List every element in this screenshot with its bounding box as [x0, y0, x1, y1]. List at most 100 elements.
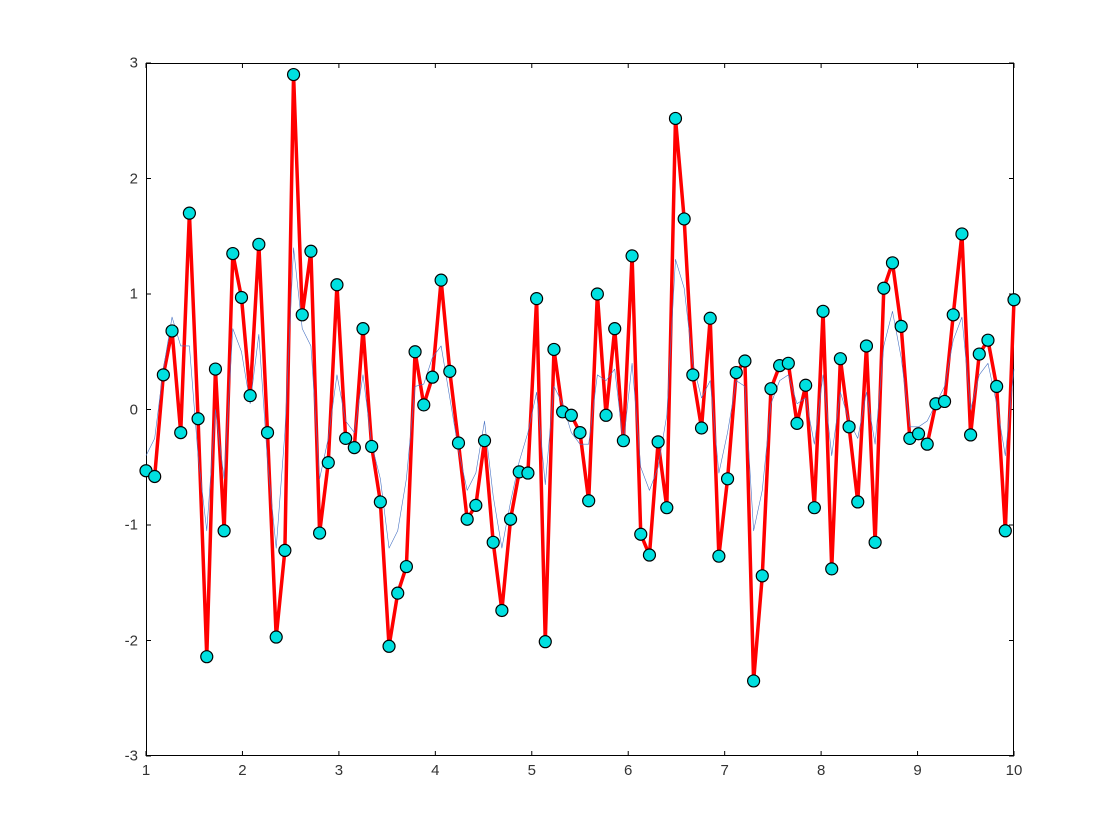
data-marker [366, 440, 378, 452]
data-marker [201, 651, 213, 663]
data-marker [609, 323, 621, 335]
data-marker [869, 536, 881, 548]
data-marker [305, 245, 317, 257]
data-marker [175, 427, 187, 439]
data-marker [166, 325, 178, 337]
data-marker [262, 427, 274, 439]
data-marker [999, 525, 1011, 537]
data-marker [409, 346, 421, 358]
series-red-line [146, 75, 1014, 681]
data-marker [487, 536, 499, 548]
data-marker [965, 429, 977, 441]
data-marker [1008, 294, 1020, 306]
data-marker [704, 312, 716, 324]
x-tick-label: 4 [431, 762, 439, 779]
data-marker [973, 348, 985, 360]
data-marker [340, 432, 352, 444]
data-marker [748, 675, 760, 687]
data-marker [505, 513, 517, 525]
y-tick-label: 0 [130, 401, 138, 418]
data-marker [279, 544, 291, 556]
data-marker [452, 437, 464, 449]
data-marker [296, 309, 308, 321]
data-marker [895, 320, 907, 332]
data-marker [157, 369, 169, 381]
data-marker [392, 587, 404, 599]
plot-svg [146, 63, 1014, 756]
data-marker [739, 355, 751, 367]
data-marker [444, 365, 456, 377]
data-marker [635, 528, 647, 540]
data-marker [696, 422, 708, 434]
data-marker [331, 279, 343, 291]
data-marker [288, 69, 300, 81]
data-marker [600, 409, 612, 421]
data-marker [479, 435, 491, 447]
data-marker [826, 563, 838, 575]
data-marker [678, 213, 690, 225]
data-marker [669, 112, 681, 124]
data-marker [939, 395, 951, 407]
axes-area [146, 63, 1014, 756]
data-marker [791, 417, 803, 429]
x-tick-label: 7 [720, 762, 728, 779]
data-marker [687, 369, 699, 381]
data-marker [921, 438, 933, 450]
data-marker [435, 274, 447, 286]
data-marker [574, 427, 586, 439]
data-marker [643, 549, 655, 561]
data-marker [756, 570, 768, 582]
y-tick-label: -2 [125, 632, 138, 649]
data-marker [400, 561, 412, 573]
data-marker [426, 371, 438, 383]
data-marker [661, 502, 673, 514]
data-marker [852, 496, 864, 508]
data-marker [183, 207, 195, 219]
figure: 12345678910-3-2-10123 [0, 0, 1120, 840]
data-marker [192, 413, 204, 425]
data-marker [878, 282, 890, 294]
data-marker [322, 457, 334, 469]
data-marker [218, 525, 230, 537]
data-marker [583, 495, 595, 507]
data-marker [244, 390, 256, 402]
data-marker [348, 442, 360, 454]
data-marker [817, 305, 829, 317]
data-marker [548, 343, 560, 355]
data-marker [722, 473, 734, 485]
data-marker [782, 357, 794, 369]
x-tick-label: 1 [142, 762, 150, 779]
y-tick-label: -3 [125, 748, 138, 765]
x-tick-label: 8 [817, 762, 825, 779]
x-tick-label: 6 [624, 762, 632, 779]
data-marker [470, 499, 482, 511]
data-marker [235, 291, 247, 303]
data-marker [461, 513, 473, 525]
data-marker [314, 527, 326, 539]
data-marker [800, 379, 812, 391]
data-marker [374, 496, 386, 508]
data-marker [591, 288, 603, 300]
y-tick-label: 2 [130, 170, 138, 187]
data-marker [539, 636, 551, 648]
data-marker [886, 257, 898, 269]
x-tick-label: 10 [1006, 762, 1023, 779]
x-tick-label: 2 [238, 762, 246, 779]
data-marker [522, 467, 534, 479]
x-tick-label: 9 [913, 762, 921, 779]
data-marker [617, 435, 629, 447]
data-marker [834, 353, 846, 365]
data-marker [270, 631, 282, 643]
data-marker [149, 470, 161, 482]
data-marker [253, 238, 265, 250]
y-tick-label: 1 [130, 286, 138, 303]
data-marker [565, 409, 577, 421]
x-tick-label: 3 [335, 762, 343, 779]
data-marker [991, 380, 1003, 392]
data-marker [652, 436, 664, 448]
data-marker [947, 309, 959, 321]
data-marker [913, 428, 925, 440]
data-marker [713, 550, 725, 562]
data-marker [496, 604, 508, 616]
x-tick-label: 5 [528, 762, 536, 779]
